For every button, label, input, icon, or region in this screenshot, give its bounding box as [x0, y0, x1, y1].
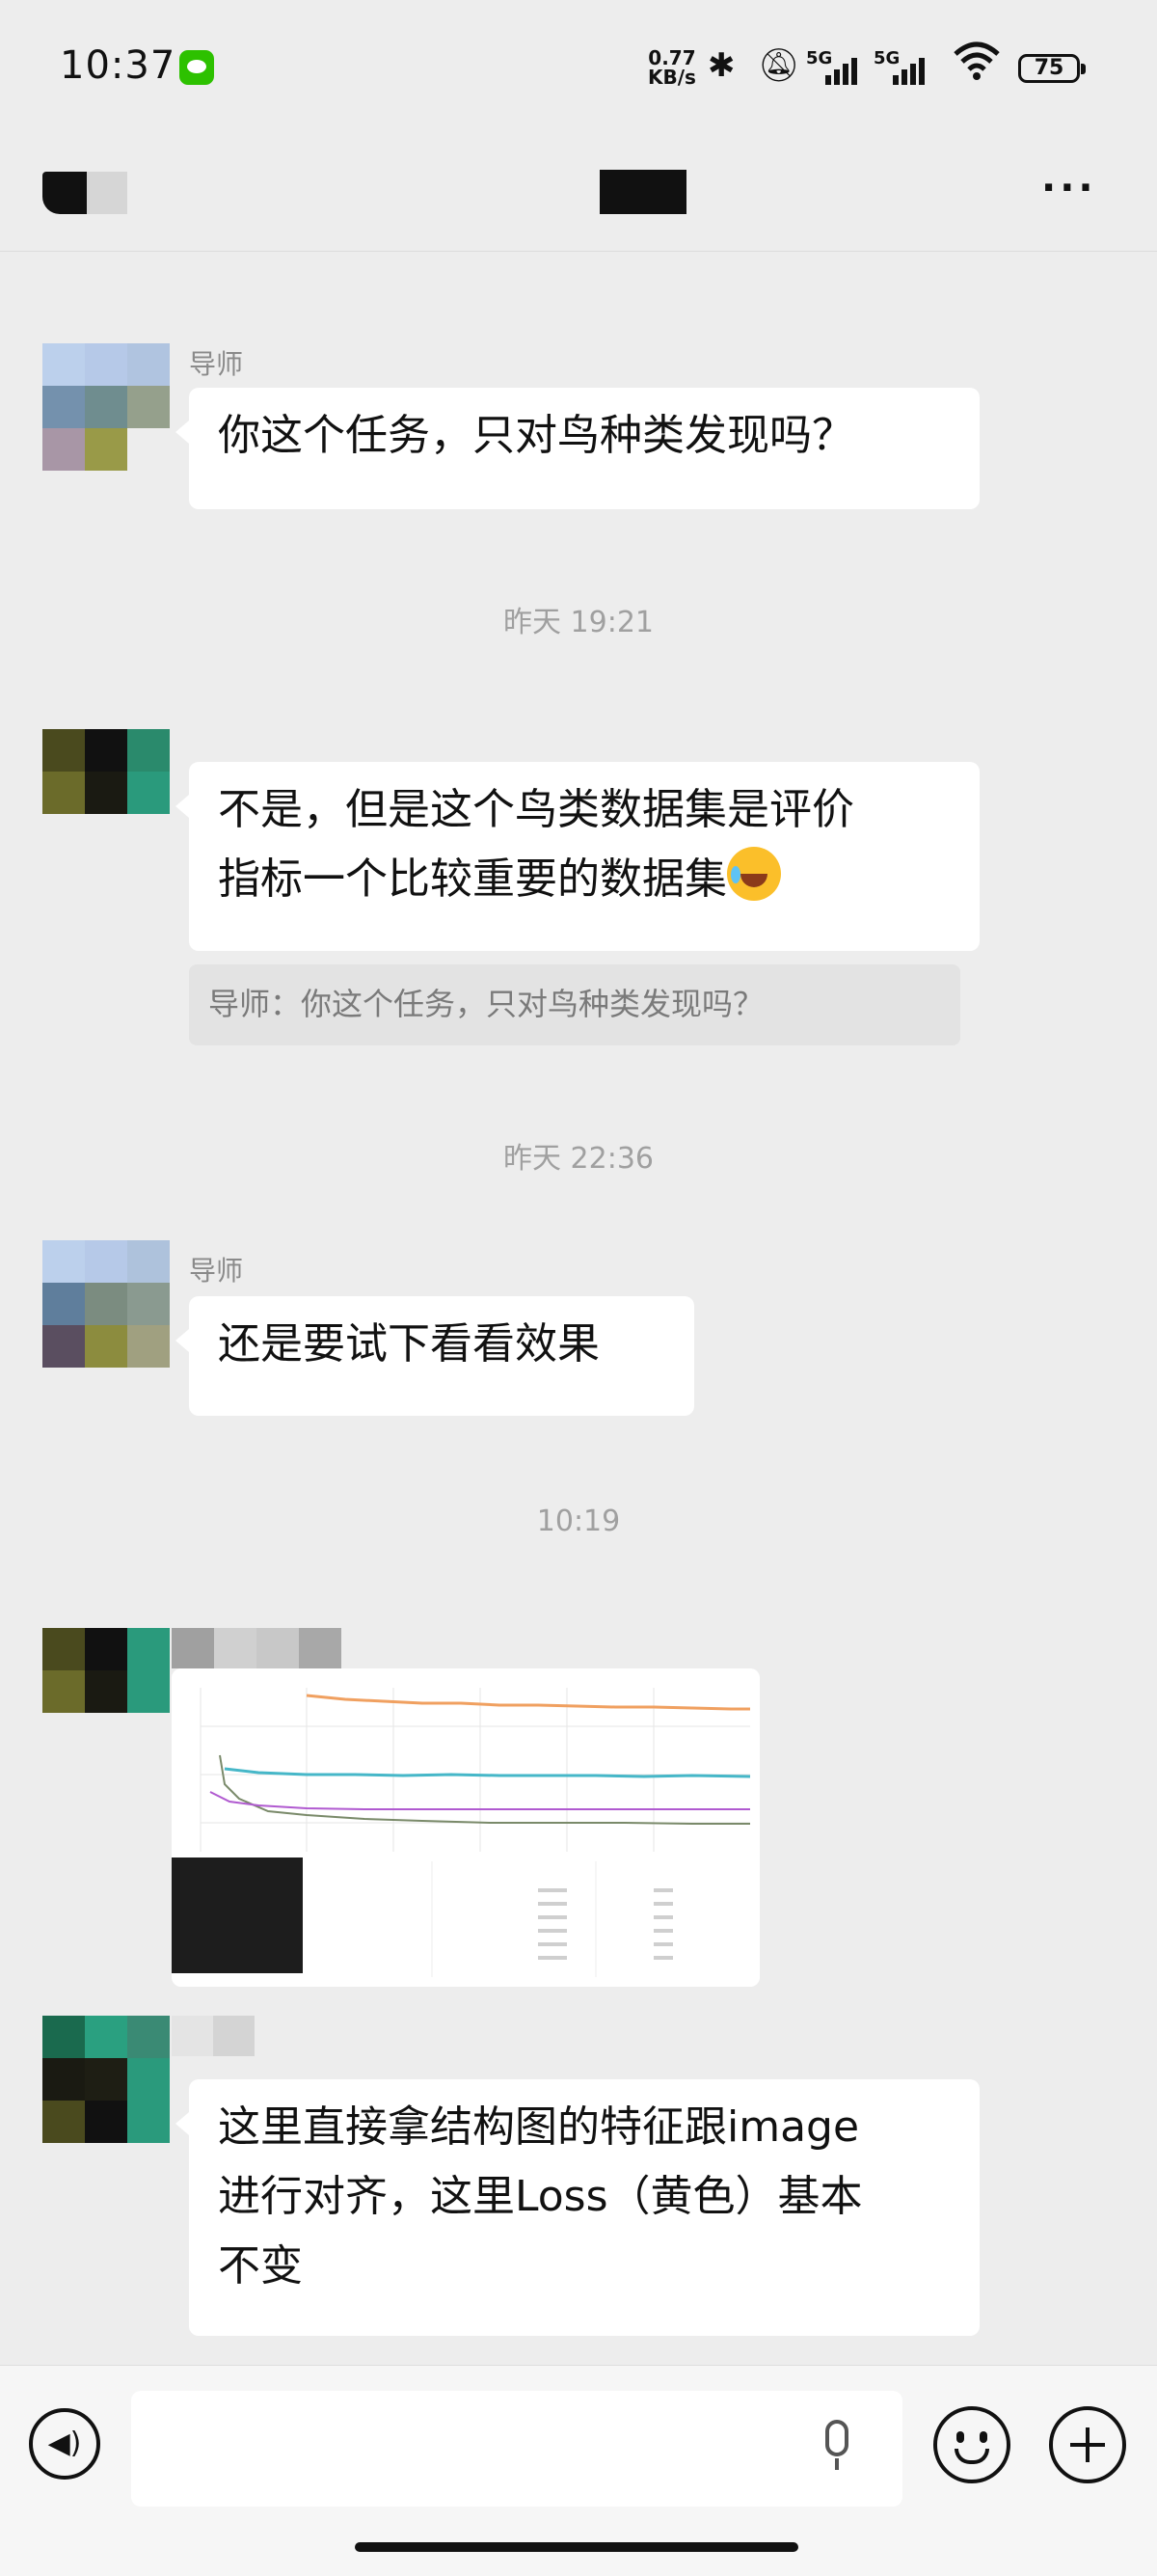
sender-name: 导师 [189, 1255, 244, 1287]
chat-title-bar: ··· [0, 135, 1157, 252]
image-message-loss-chart[interactable] [172, 1668, 760, 1987]
quoted-reply[interactable]: 导师：你这个任务，只对鸟种类发现吗？ [189, 964, 960, 1045]
bell-muted-icon: 🔕︎ [758, 46, 800, 85]
timestamp: 昨天 19:21 [503, 606, 654, 639]
battery-indicator: 75 [1018, 54, 1086, 83]
back-button[interactable] [42, 172, 87, 214]
wifi-icon [953, 39, 1001, 90]
message-text-line: 不是，但是这个鸟类数据集是评价 [218, 785, 854, 834]
message-text: 你这个任务，只对鸟种类发现吗？ [218, 411, 854, 460]
voice-input-button[interactable]: ◀) [29, 2408, 100, 2480]
status-bar: 10:37 0.77 KB/s ✱ 🔕︎ 5G 5G 75 [0, 0, 1157, 135]
sender-name: 导师 [189, 348, 244, 380]
message-bubble[interactable]: 你这个任务，只对鸟种类发现吗？ [175, 388, 980, 509]
avatar-self[interactable] [42, 2016, 170, 2143]
message-text-line: 指标一个比较重要的数据集 [218, 854, 727, 904]
bluetooth-icon: ✱ [708, 46, 736, 85]
quoted-text: 导师：你这个任务，只对鸟种类发现吗？ [208, 986, 765, 1022]
avatar-self[interactable] [42, 729, 170, 856]
mic-icon[interactable] [825, 2420, 848, 2470]
timestamp: 昨天 22:36 [503, 1142, 654, 1176]
laugh-crying-emoji-icon [727, 847, 781, 901]
redacted-contact-name [87, 172, 127, 214]
net-speed-value: 0.77 [648, 46, 696, 69]
wechat-notification-icon [179, 50, 214, 85]
home-indicator[interactable] [355, 2542, 798, 2552]
message-bubble[interactable]: 这里直接拿结构图的特征跟image 进行对齐，这里Loss（黄色）基本 不变 [175, 2079, 980, 2336]
net-speed-unit: KB/s [648, 66, 696, 89]
message-text-line: 这里直接拿结构图的特征跟image [218, 2102, 860, 2152]
message-bubble[interactable]: 还是要试下看看效果 [175, 1296, 694, 1416]
signal-icon: 5G [806, 48, 874, 87]
emoji-button[interactable] [933, 2406, 1010, 2483]
signal-icon: 5G [874, 48, 941, 87]
more-options-button[interactable]: ··· [1041, 166, 1097, 210]
message-text-line: 进行对齐，这里Loss（黄色）基本 [218, 2172, 863, 2221]
more-actions-button[interactable] [1049, 2406, 1126, 2483]
message-text: 还是要试下看看效果 [218, 1319, 600, 1369]
redacted-sender-strip [172, 2016, 255, 2056]
redacted-sender-strip [172, 1628, 341, 1668]
redacted-chat-title [600, 170, 686, 214]
net-speed: 0.77 KB/s [648, 48, 696, 87]
status-time: 10:37 [60, 43, 176, 88]
timestamp: 10:19 [536, 1505, 621, 1538]
message-input[interactable] [131, 2391, 902, 2507]
avatar-mentor[interactable] [42, 343, 170, 471]
legend-table [172, 1857, 303, 1973]
message-text-line: 不变 [218, 2241, 303, 2291]
avatar-self[interactable] [42, 1628, 170, 1755]
avatar-mentor[interactable] [42, 1240, 170, 1368]
message-bubble[interactable]: 不是，但是这个鸟类数据集是评价 指标一个比较重要的数据集 [175, 762, 980, 951]
